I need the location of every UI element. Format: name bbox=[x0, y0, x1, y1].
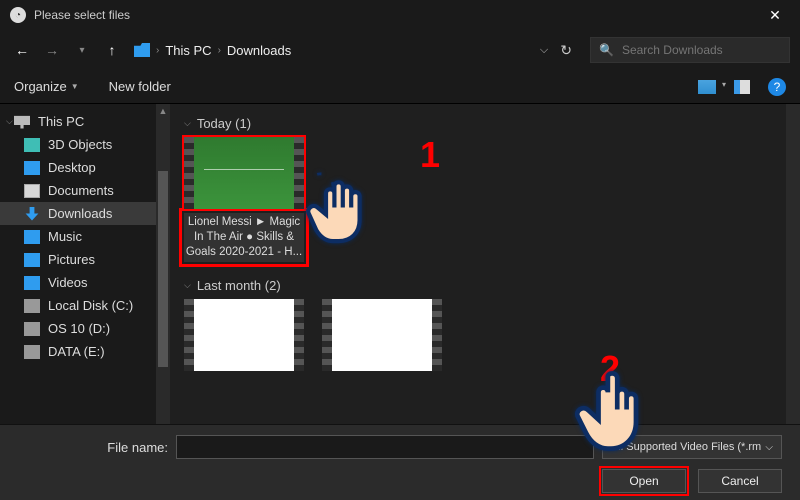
sidebar-item-documents[interactable]: Documents bbox=[0, 179, 170, 202]
scroll-thumb[interactable] bbox=[158, 171, 168, 367]
chevron-right-icon: › bbox=[156, 45, 159, 56]
app-icon: ◔ bbox=[10, 7, 26, 23]
pc-icon bbox=[14, 115, 30, 129]
disk-icon bbox=[24, 345, 40, 359]
sidebar-item-local-disk-c[interactable]: Local Disk (C:) bbox=[0, 294, 170, 317]
sidebar-item-pictures[interactable]: Pictures bbox=[0, 248, 170, 271]
annotation-cursor-2 bbox=[572, 370, 650, 460]
open-button[interactable]: Open bbox=[602, 469, 686, 493]
cube-icon bbox=[24, 138, 40, 152]
videos-icon bbox=[24, 276, 40, 290]
recent-caret-icon[interactable]: ▾ bbox=[70, 38, 94, 62]
sidebar-item-label: Music bbox=[48, 229, 82, 244]
chevron-down-icon: ⌵ bbox=[765, 442, 773, 453]
search-box[interactable]: 🔍 bbox=[590, 37, 790, 63]
forward-button[interactable]: → bbox=[40, 38, 64, 62]
address-bar: ← → ▾ ↑ › This PC › Downloads ⌵ ↻ 🔍 bbox=[0, 30, 800, 70]
downloads-icon bbox=[24, 207, 40, 221]
cancel-button[interactable]: Cancel bbox=[698, 469, 782, 493]
file-caption: Lionel Messi ► Magic In The Air ● Skills… bbox=[184, 213, 304, 262]
chevron-right-icon: › bbox=[218, 45, 221, 56]
sidebar-scrollbar[interactable]: ▲ ▼ bbox=[156, 104, 170, 434]
pictures-icon bbox=[24, 253, 40, 267]
file-item[interactable]: Lionel Messi ► Magic In The Air ● Skills… bbox=[184, 137, 304, 262]
video-thumbnail bbox=[184, 137, 304, 209]
disk-icon bbox=[24, 299, 40, 313]
sidebar-item-label: Local Disk (C:) bbox=[48, 298, 133, 313]
toolbar: Organize ▼ New folder ? bbox=[0, 70, 800, 104]
sidebar-item-label: This PC bbox=[38, 114, 84, 129]
sidebar: ⌵ This PC 3D Objects Desktop Documents D… bbox=[0, 104, 170, 434]
close-icon[interactable]: ✕ bbox=[760, 7, 790, 24]
address-dropdown-icon[interactable]: ⌵ bbox=[540, 44, 548, 57]
collapse-icon[interactable]: ⌵ bbox=[184, 118, 191, 129]
sidebar-item-label: 3D Objects bbox=[48, 137, 112, 152]
video-thumbnail bbox=[184, 299, 304, 371]
sidebar-item-data-e[interactable]: DATA (E:) bbox=[0, 340, 170, 363]
refresh-button[interactable]: ↻ bbox=[560, 42, 572, 59]
group-header-label: Today (1) bbox=[197, 116, 251, 131]
organize-menu[interactable]: Organize ▼ bbox=[14, 79, 79, 94]
up-button[interactable]: ↑ bbox=[100, 38, 124, 62]
new-folder-label: New folder bbox=[109, 79, 171, 94]
documents-icon bbox=[24, 184, 40, 198]
view-mode-button[interactable] bbox=[698, 80, 716, 94]
content-scrollbar[interactable] bbox=[786, 104, 800, 434]
sidebar-item-label: Documents bbox=[48, 183, 114, 198]
sidebar-item-3d-objects[interactable]: 3D Objects bbox=[0, 133, 170, 156]
search-icon: 🔍 bbox=[599, 43, 614, 57]
collapse-icon[interactable]: ⌵ bbox=[184, 280, 191, 291]
search-input[interactable] bbox=[622, 43, 781, 57]
annotation-number-1: 1 bbox=[420, 134, 440, 176]
preview-pane-button[interactable] bbox=[734, 80, 750, 94]
file-item[interactable] bbox=[184, 299, 304, 371]
help-button[interactable]: ? bbox=[768, 78, 786, 96]
file-list: ⌵ Today (1) Lionel Messi ► Magic In The … bbox=[170, 104, 800, 434]
music-icon bbox=[24, 230, 40, 244]
group-header-label: Last month (2) bbox=[197, 278, 281, 293]
sidebar-item-music[interactable]: Music bbox=[0, 225, 170, 248]
folder-icon bbox=[134, 43, 150, 57]
video-thumbnail bbox=[322, 299, 442, 371]
annotation-cursor-1 bbox=[305, 164, 375, 244]
desktop-icon bbox=[24, 161, 40, 175]
group-header-today[interactable]: ⌵ Today (1) bbox=[184, 116, 786, 131]
disk-icon bbox=[24, 322, 40, 336]
sidebar-item-label: Desktop bbox=[48, 160, 96, 175]
sidebar-item-videos[interactable]: Videos bbox=[0, 271, 170, 294]
breadcrumb-folder[interactable]: Downloads bbox=[227, 43, 291, 58]
file-item[interactable] bbox=[322, 299, 442, 371]
group-header-lastmonth[interactable]: ⌵ Last month (2) bbox=[184, 278, 786, 293]
filename-label: File name: bbox=[18, 440, 168, 455]
chevron-down-icon: ▼ bbox=[71, 82, 79, 91]
new-folder-button[interactable]: New folder bbox=[109, 79, 171, 94]
expand-icon[interactable]: ⌵ bbox=[6, 116, 13, 127]
sidebar-item-label: DATA (E:) bbox=[48, 344, 105, 359]
sidebar-item-label: OS 10 (D:) bbox=[48, 321, 110, 336]
sidebar-item-os10-d[interactable]: OS 10 (D:) bbox=[0, 317, 170, 340]
titlebar: ◔ Please select files ✕ bbox=[0, 0, 800, 30]
scroll-up-icon[interactable]: ▲ bbox=[159, 106, 168, 116]
sidebar-item-label: Downloads bbox=[48, 206, 112, 221]
sidebar-item-this-pc[interactable]: ⌵ This PC bbox=[0, 110, 170, 133]
dialog-footer: File name: All Supported Video Files (*.… bbox=[0, 424, 800, 500]
window-title: Please select files bbox=[34, 8, 130, 22]
sidebar-item-downloads[interactable]: Downloads bbox=[0, 202, 170, 225]
sidebar-item-desktop[interactable]: Desktop bbox=[0, 156, 170, 179]
organize-label: Organize bbox=[14, 79, 67, 94]
filename-input[interactable] bbox=[176, 435, 594, 459]
back-button[interactable]: ← bbox=[10, 38, 34, 62]
breadcrumb-root[interactable]: This PC bbox=[165, 43, 211, 58]
sidebar-item-label: Pictures bbox=[48, 252, 95, 267]
sidebar-item-label: Videos bbox=[48, 275, 88, 290]
breadcrumb[interactable]: › This PC › Downloads bbox=[134, 43, 291, 58]
